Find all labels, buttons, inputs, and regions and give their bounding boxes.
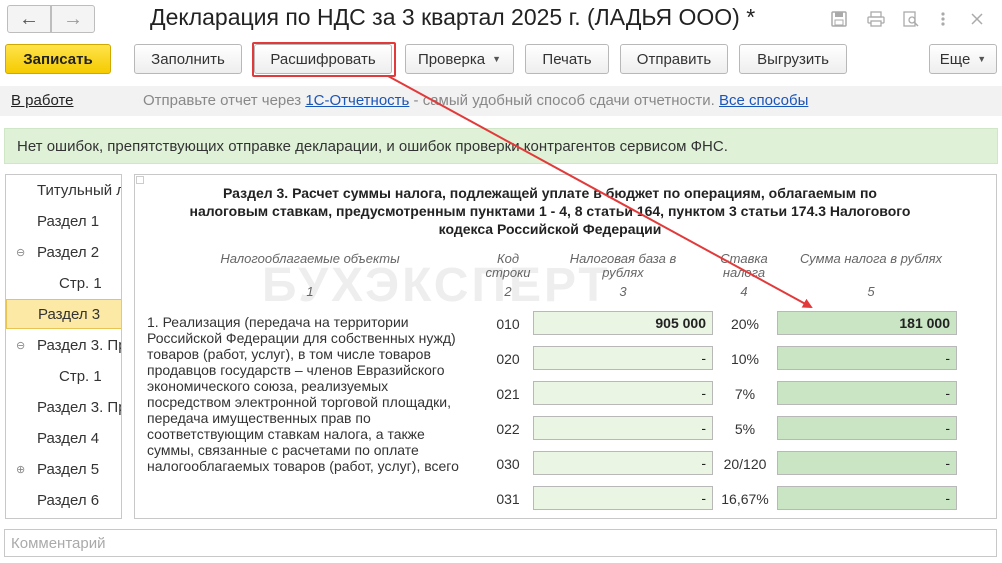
col-num-1: 1 <box>306 284 314 299</box>
row-code: 022 <box>496 421 520 437</box>
fill-button[interactable]: Заполнить <box>134 44 242 74</box>
back-button[interactable]: ← <box>7 5 51 33</box>
tax-sum-field[interactable]: - <box>777 346 957 370</box>
section-nav: Титульный лист Раздел 1 ⊖Раздел 2 Стр. 1 Раз… <box>5 174 122 519</box>
row-code: 030 <box>496 456 520 472</box>
tax-sum-field[interactable]: - <box>777 381 957 405</box>
corner-marker <box>136 176 144 184</box>
nav-item-label: Стр. 1 <box>59 274 102 292</box>
tax-rate: 20% <box>730 316 760 332</box>
save-icon[interactable] <box>828 8 850 30</box>
col-num-4: 4 <box>740 284 748 299</box>
nav-item-9[interactable]: Раздел 4 <box>6 423 121 453</box>
tax-sum-field[interactable]: - <box>777 416 957 440</box>
more-button[interactable]: Еще ▼ <box>929 44 997 74</box>
nav-item-8[interactable]: Раздел 3. Приложение 2 <box>6 392 121 422</box>
header-rate: Ставка налога <box>720 251 768 280</box>
nav-item-label: Раздел 3. Приложение 2 <box>37 398 121 416</box>
row-code: 020 <box>496 351 520 367</box>
status-link[interactable]: В работе <box>11 92 74 109</box>
nav-item-label: Раздел 3 <box>38 305 101 323</box>
save-button[interactable]: Записать <box>5 44 111 74</box>
section-title: Раздел 3. Расчет суммы налога, подлежаще… <box>189 185 911 237</box>
col-num-3: 3 <box>619 284 627 299</box>
arrow-left-icon: ← <box>19 7 39 30</box>
nav-item-7[interactable]: Стр. 1 <box>6 361 121 391</box>
check-label: Проверка <box>417 50 486 68</box>
close-icon[interactable] <box>966 8 988 30</box>
more-vert-icon[interactable] <box>932 8 954 30</box>
header-objects: Налогооблагаемые объекты <box>220 251 400 266</box>
print-icon[interactable] <box>865 8 887 30</box>
caret-down-icon: ▼ <box>977 54 987 64</box>
header-sum: Сумма налога в рублях <box>799 251 943 266</box>
tax-base-field[interactable]: - <box>533 451 713 475</box>
all-methods-link[interactable]: Все способы <box>719 92 808 109</box>
tax-base-field[interactable]: - <box>533 346 713 370</box>
row-code: 010 <box>496 316 520 332</box>
tax-sum-field[interactable]: - <box>777 486 957 510</box>
row-code: 031 <box>496 491 520 507</box>
tax-rate: 16,67% <box>721 491 769 507</box>
nav-item-10[interactable]: ⊕ Раздел 5 <box>6 454 121 484</box>
tax-sum-field[interactable]: - <box>777 451 957 475</box>
comment-input[interactable] <box>4 529 997 557</box>
tax-rate: 20/120 <box>723 456 767 472</box>
nav-item-1[interactable]: Титульный лист <box>6 175 121 205</box>
arrow-right-icon: → <box>63 7 83 30</box>
header-base: Налоговая база в рублях <box>569 251 677 280</box>
nav-item-5[interactable]: Раздел 3 <box>6 299 121 329</box>
more-label: Еще <box>939 50 971 68</box>
nav-item-3[interactable]: ⊖ Раздел 2 <box>6 237 121 267</box>
header-code: Код строки <box>485 251 531 280</box>
reporting-link[interactable]: 1С-Отчетность <box>305 92 409 109</box>
tax-rate: 5% <box>734 421 756 437</box>
preview-icon[interactable] <box>900 8 922 30</box>
promo-text: Отправьте отчет через 1С-Отчетность - са… <box>143 92 808 109</box>
tax-base-field[interactable]: - <box>533 486 713 510</box>
send-button[interactable]: Отправить <box>620 44 728 74</box>
caret-down-icon: ▼ <box>492 54 502 64</box>
nav-item-label: Раздел 1 <box>37 212 100 230</box>
promo-before: Отправьте отчет через <box>143 92 306 109</box>
decode-button[interactable]: Расшифровать <box>254 44 392 74</box>
nav-item-4[interactable]: Стр. 1 <box>6 268 121 298</box>
tax-rate: 7% <box>734 386 756 402</box>
collapse-icon[interactable]: ⊖ <box>16 246 25 259</box>
col-num-2: 2 <box>504 284 512 299</box>
promo-middle: - самый удобный способ сдачи отчетности. <box>409 92 719 109</box>
collapse-icon[interactable]: ⊖ <box>16 339 25 352</box>
taxable-objects-text: 1. Реализация (передача на территории Ро… <box>147 314 459 474</box>
tax-base-field[interactable]: 905 000 <box>533 311 713 335</box>
nav-item-label: Раздел 4 <box>37 429 100 447</box>
tax-rate: 10% <box>730 351 760 367</box>
nav-item-11[interactable]: Раздел 6 <box>6 485 121 515</box>
check-result-notice: Нет ошибок, препятствующих отправке декл… <box>4 128 998 164</box>
col-num-5: 5 <box>867 284 875 299</box>
print-button[interactable]: Печать <box>525 44 609 74</box>
check-button[interactable]: Проверка ▼ <box>405 44 514 74</box>
window-title: Декларация по НДС за 3 квартал 2025 г. (… <box>150 4 756 30</box>
nav-item-6[interactable]: ⊖Раздел 3. Приложение 1 <box>6 330 121 360</box>
tax-sum-field[interactable]: 181 000 <box>777 311 957 335</box>
nav-item-label: Титульный лист <box>37 181 121 199</box>
nav-item-label: Раздел 6 <box>37 491 100 509</box>
tax-base-field[interactable]: - <box>533 416 713 440</box>
export-button[interactable]: Выгрузить <box>739 44 847 74</box>
nav-item-2[interactable]: Раздел 1 <box>6 206 121 236</box>
row-code: 021 <box>496 386 520 402</box>
expand-icon[interactable]: ⊕ <box>16 463 25 476</box>
nav-item-label: Стр. 1 <box>59 367 102 385</box>
tax-base-field[interactable]: - <box>533 381 713 405</box>
forward-button[interactable]: → <box>51 5 95 33</box>
